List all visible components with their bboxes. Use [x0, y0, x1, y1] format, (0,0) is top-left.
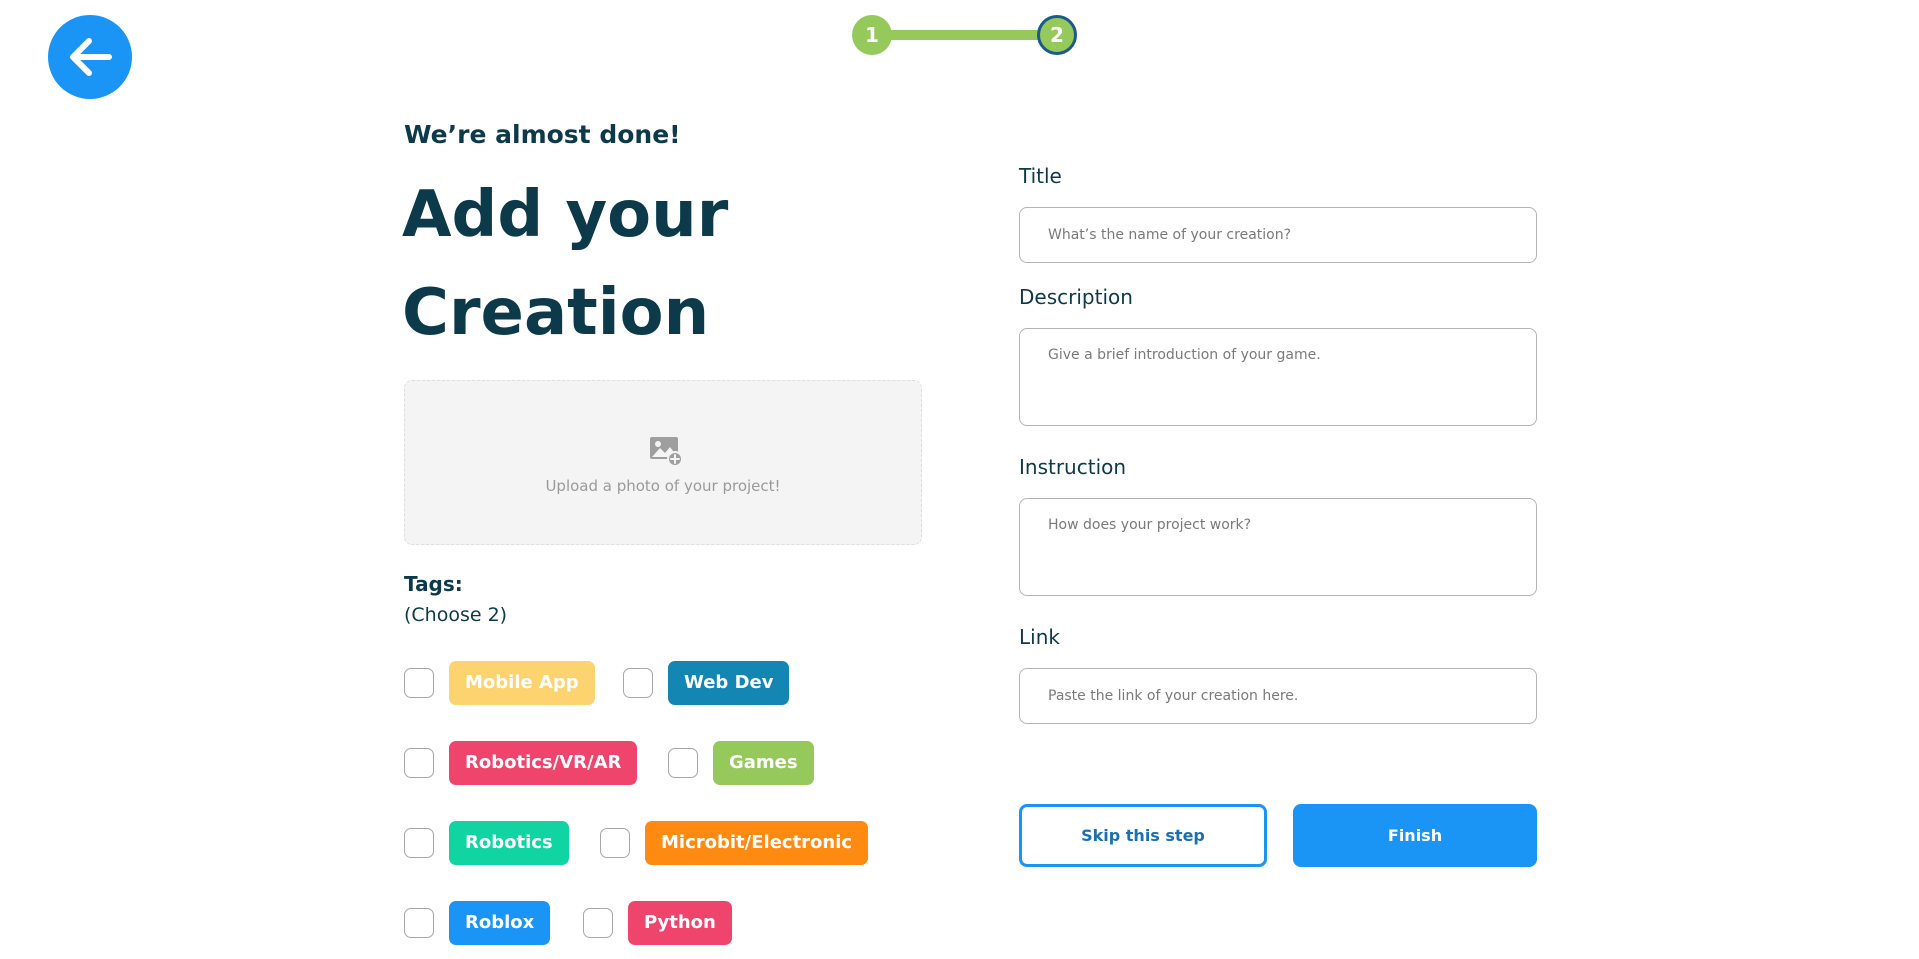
- tag-pill-robotics[interactable]: Robotics: [449, 821, 569, 865]
- description-textarea[interactable]: [1019, 328, 1537, 426]
- tag-option-roblox: Roblox: [404, 901, 551, 945]
- tag-option-robotics: Robotics: [404, 821, 569, 865]
- tag-checkbox[interactable]: [404, 908, 434, 938]
- arrow-left-icon: [70, 38, 112, 76]
- tag-option-mobile-app: Mobile App: [404, 661, 595, 705]
- tag-checkbox[interactable]: [404, 748, 434, 778]
- tag-checkbox[interactable]: [600, 828, 630, 858]
- tags-label: Tags:: [404, 572, 463, 596]
- tag-option-python: Python: [583, 901, 732, 945]
- instruction-label: Instruction: [1019, 455, 1127, 479]
- finish-button[interactable]: Finish: [1293, 804, 1537, 867]
- progress-stepper: 1 2: [852, 15, 1077, 55]
- skip-step-button[interactable]: Skip this step: [1019, 804, 1267, 867]
- instruction-textarea[interactable]: [1019, 498, 1537, 596]
- title-input[interactable]: [1019, 207, 1537, 263]
- tag-checkbox[interactable]: [623, 668, 653, 698]
- step-2-current: 2: [1037, 15, 1077, 55]
- tags-hint: (Choose 2): [404, 604, 508, 626]
- step-1: 1: [852, 15, 892, 55]
- tag-option-microbit-electronic: Microbit/Electronic: [600, 821, 869, 865]
- title-label: Title: [1019, 164, 1062, 188]
- tag-option-games: Games: [668, 741, 814, 785]
- tag-pill-microbit-electronic[interactable]: Microbit/Electronic: [645, 821, 869, 865]
- back-button[interactable]: [48, 15, 132, 99]
- add-photo-icon: [650, 437, 683, 467]
- tag-pill-roblox[interactable]: Roblox: [449, 901, 551, 945]
- link-input[interactable]: [1019, 668, 1537, 724]
- description-label: Description: [1019, 285, 1133, 309]
- page-title: Add your Creation: [402, 178, 729, 350]
- tag-option-web-dev: Web Dev: [623, 661, 790, 705]
- tag-pill-python[interactable]: Python: [628, 901, 732, 945]
- tag-checkbox[interactable]: [404, 828, 434, 858]
- tag-pill-web-dev[interactable]: Web Dev: [668, 661, 790, 705]
- stepper-line: [872, 30, 1057, 40]
- page-subtitle: We’re almost done!: [404, 120, 681, 149]
- tag-pill-robotics-vr-ar[interactable]: Robotics/VR/AR: [449, 741, 638, 785]
- tag-pill-mobile-app[interactable]: Mobile App: [449, 661, 595, 705]
- tag-checkbox[interactable]: [404, 668, 434, 698]
- tag-option-robotics-vr-ar: Robotics/VR/AR: [404, 741, 638, 785]
- add-creation-page: 1 2 We’re almost done! Add your Creation…: [0, 0, 1919, 959]
- tag-checkbox[interactable]: [668, 748, 698, 778]
- link-label: Link: [1019, 625, 1060, 649]
- photo-upload-dropzone[interactable]: Upload a photo of your project!: [404, 380, 922, 545]
- tag-checkbox[interactable]: [583, 908, 613, 938]
- upload-hint: Upload a photo of your project!: [545, 477, 781, 495]
- tag-pill-games[interactable]: Games: [713, 741, 814, 785]
